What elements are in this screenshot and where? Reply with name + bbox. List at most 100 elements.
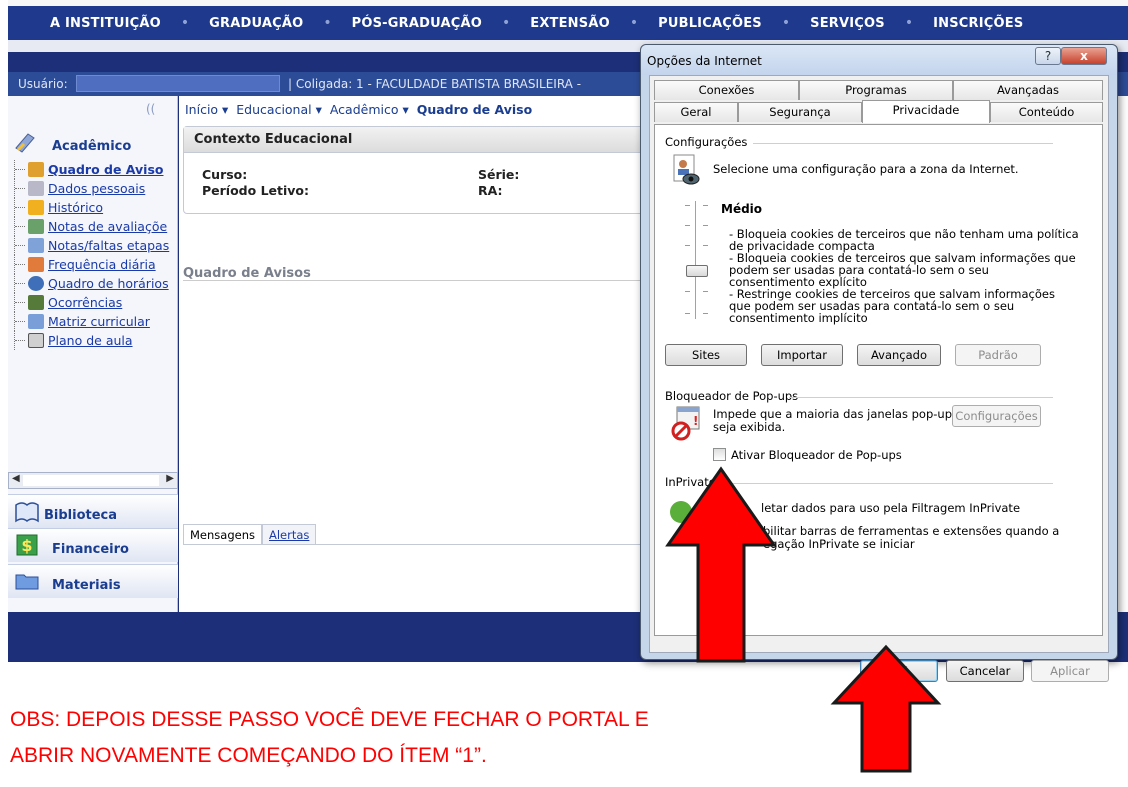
sidebar-item-historico[interactable]: Histórico bbox=[14, 198, 179, 217]
avisos-title: Quadro de Avisos bbox=[183, 266, 311, 281]
section-academico[interactable]: Acadêmico bbox=[8, 126, 178, 160]
user-name-redacted bbox=[76, 75, 280, 92]
tab-alertas[interactable]: Alertas bbox=[261, 524, 317, 544]
sidebar-item-quadro-de-aviso[interactable]: Quadro de Aviso bbox=[14, 160, 179, 179]
sidebar-item-quadro-horarios[interactable]: Quadro de horários bbox=[14, 274, 179, 293]
tab-privacidade[interactable]: Privacidade bbox=[862, 100, 990, 123]
nav-separator: • bbox=[904, 15, 914, 31]
breadcrumb: Início ▾ Educacional ▾ Acadêmico ▾ Quadr… bbox=[185, 102, 532, 117]
section-biblioteca[interactable]: Biblioteca bbox=[8, 494, 178, 528]
nav-servicos[interactable]: SERVIÇOS bbox=[810, 16, 885, 31]
dialog-titlebar[interactable]: Opções da Internet ? x bbox=[641, 45, 1117, 75]
privacy-slider-track[interactable] bbox=[695, 201, 698, 319]
tab-seguranca[interactable]: Segurança bbox=[738, 102, 862, 122]
sidebar-item-label[interactable]: Dados pessoais bbox=[48, 181, 145, 196]
aplicar-button[interactable]: Aplicar bbox=[1031, 660, 1109, 682]
pencil-icon bbox=[28, 200, 44, 215]
scrollbar-thumb[interactable] bbox=[23, 475, 159, 486]
curriculum-icon bbox=[28, 314, 44, 329]
tab-conexoes[interactable]: Conexões bbox=[654, 80, 799, 100]
sidebar-item-notas-avaliacoes[interactable]: Notas de avaliaçõe bbox=[14, 217, 179, 236]
people-icon bbox=[28, 162, 44, 177]
nav-a-instituicao[interactable]: A INSTITUIÇÃO bbox=[50, 16, 161, 31]
tree-branch bbox=[14, 293, 28, 312]
section-biblioteca-label: Biblioteca bbox=[44, 508, 118, 523]
section-materiais-label: Materiais bbox=[52, 578, 121, 593]
scroll-right-arrow-icon[interactable]: ▶ bbox=[166, 473, 174, 484]
breadcrumb-inicio[interactable]: Início ▾ bbox=[185, 102, 228, 117]
section-materiais[interactable]: Materiais bbox=[8, 564, 178, 598]
tab-avancadas[interactable]: Avançadas bbox=[953, 80, 1103, 100]
nav-extensao[interactable]: EXTENSÃO bbox=[530, 16, 610, 31]
popup-blocker-checkbox[interactable] bbox=[713, 448, 726, 461]
scroll-left-arrow-icon[interactable]: ◀ bbox=[12, 473, 20, 484]
help-button[interactable]: ? bbox=[1035, 47, 1061, 65]
dialog-title: Opções da Internet bbox=[647, 54, 762, 68]
nav-pos-graduacao[interactable]: PÓS-GRADUAÇÃO bbox=[352, 16, 482, 31]
list-icon bbox=[28, 238, 44, 253]
collapse-sidebar-button[interactable]: (( bbox=[146, 102, 155, 116]
inprivate-option-line: letar dados para uso pela Filtragem InPr… bbox=[761, 501, 1021, 515]
popup-configuracoes-button[interactable]: Configurações bbox=[952, 405, 1041, 427]
divider bbox=[789, 397, 1053, 398]
breadcrumb-academico[interactable]: Acadêmico ▾ bbox=[330, 102, 409, 117]
divider bbox=[183, 280, 663, 281]
tab-conteudo[interactable]: Conteúdo bbox=[990, 102, 1103, 122]
tab-geral[interactable]: Geral bbox=[654, 102, 738, 122]
top-menu: A INSTITUIÇÃO • GRADUAÇÃO • PÓS-GRADUAÇÃ… bbox=[50, 15, 1023, 31]
coligada-text: | Coligada: 1 - FACULDADE BATISTA BRASIL… bbox=[288, 77, 582, 91]
cancelar-button[interactable]: Cancelar bbox=[946, 660, 1024, 682]
sidebar-item-matriz-curricular[interactable]: Matriz curricular bbox=[14, 312, 179, 331]
breadcrumb-educacional[interactable]: Educacional ▾ bbox=[236, 102, 322, 117]
close-button[interactable]: x bbox=[1061, 47, 1107, 65]
messages-tabs: Mensagens Alertas bbox=[183, 524, 317, 544]
sidebar-item-plano-de-aula[interactable]: Plano de aula bbox=[14, 331, 179, 350]
popup-block-icon: ! bbox=[671, 406, 700, 441]
sidebar-item-frequencia[interactable]: Frequência diária bbox=[14, 255, 179, 274]
tree-branch bbox=[14, 331, 28, 350]
sidebar-item-label[interactable]: Quadro de horários bbox=[48, 276, 169, 291]
popup-description-line: seja exibida. bbox=[713, 420, 786, 434]
popup-blocker-checkbox-label[interactable]: Ativar Bloqueador de Pop-ups bbox=[731, 449, 902, 462]
academico-tree: Quadro de Aviso Dados pessoais Histórico… bbox=[14, 160, 179, 350]
book-open-icon bbox=[15, 502, 39, 523]
sites-button[interactable]: Sites bbox=[665, 344, 747, 366]
sidebar-item-label[interactable]: Quadro de Aviso bbox=[48, 162, 163, 177]
tree-branch bbox=[14, 255, 28, 274]
sidebar-item-dados-pessoais[interactable]: Dados pessoais bbox=[14, 179, 179, 198]
note-line: ABRIR NOVAMENTE COMEÇANDO DO ÍTEM “1”. bbox=[10, 744, 487, 767]
section-financeiro[interactable]: $ Financeiro bbox=[8, 528, 178, 562]
nav-publicacoes[interactable]: PUBLICAÇÕES bbox=[658, 16, 762, 31]
slider-tick bbox=[703, 291, 708, 292]
sidebar-item-notas-faltas[interactable]: Notas/faltas etapas bbox=[14, 236, 179, 255]
sidebar-item-ocorrencias[interactable]: Ocorrências bbox=[14, 293, 179, 312]
padrao-button[interactable]: Padrão bbox=[955, 344, 1041, 366]
tree-branch bbox=[14, 274, 28, 293]
tree-branch bbox=[14, 160, 28, 179]
importar-button[interactable]: Importar bbox=[761, 344, 843, 366]
sidebar-item-label[interactable]: Plano de aula bbox=[48, 333, 133, 348]
slider-tick bbox=[703, 205, 708, 206]
svg-text:!: ! bbox=[693, 414, 698, 428]
privacy-slider-thumb[interactable] bbox=[686, 265, 708, 277]
person-icon bbox=[28, 181, 44, 196]
sidebar-item-label[interactable]: Matriz curricular bbox=[48, 314, 150, 329]
tab-mensagens[interactable]: Mensagens bbox=[183, 524, 262, 544]
tree-branch bbox=[14, 198, 28, 217]
nav-separator: • bbox=[629, 15, 639, 31]
sidebar-item-label[interactable]: Notas de avaliaçõe bbox=[48, 219, 167, 234]
curso-label: Curso: bbox=[202, 167, 248, 182]
sidebar-horizontal-scrollbar[interactable]: ◀ ▶ bbox=[8, 472, 178, 489]
nav-separator: • bbox=[781, 15, 791, 31]
sidebar-item-label[interactable]: Ocorrências bbox=[48, 295, 122, 310]
sidebar-item-label[interactable]: Frequência diária bbox=[48, 257, 156, 272]
sidebar-item-label[interactable]: Notas/faltas etapas bbox=[48, 238, 169, 253]
nav-graduacao[interactable]: GRADUAÇÃO bbox=[209, 16, 303, 31]
tab-programas[interactable]: Programas bbox=[799, 80, 953, 100]
sidebar-item-label[interactable]: Histórico bbox=[48, 200, 103, 215]
grade-icon bbox=[28, 219, 44, 234]
avancado-button[interactable]: Avançado bbox=[857, 344, 941, 366]
periodo-label: Período Letivo: bbox=[202, 183, 310, 198]
slider-tick bbox=[685, 291, 690, 292]
nav-inscricoes[interactable]: INSCRIÇÕES bbox=[933, 16, 1023, 31]
